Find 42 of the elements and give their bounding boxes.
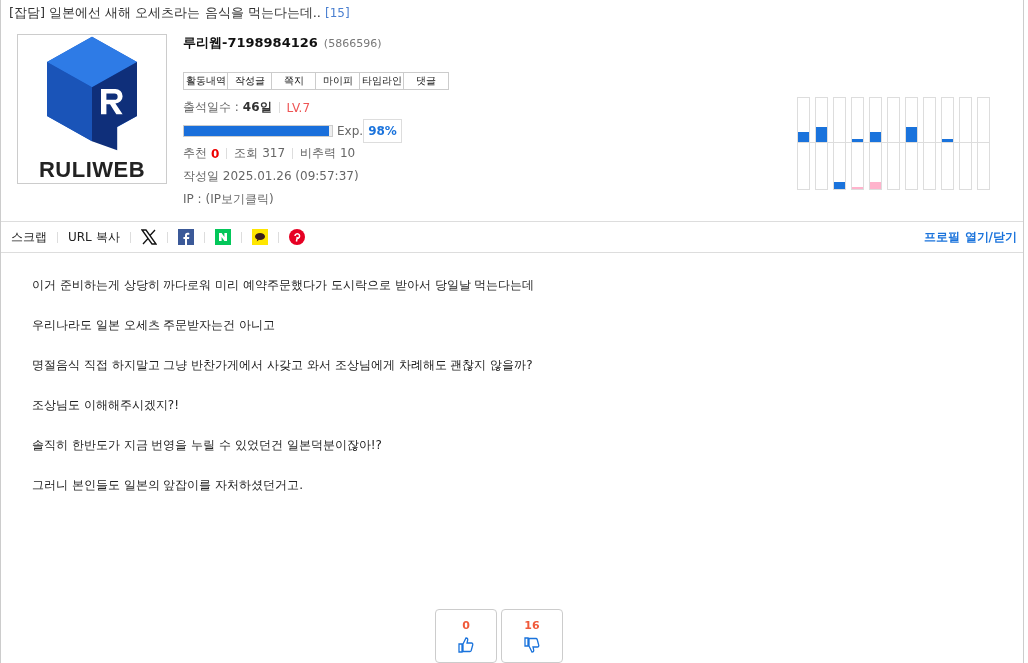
logo-wordmark: RULIWEB (38, 157, 146, 183)
body-paragraph: 이거 준비하는게 상당히 까다로워 미리 예약주문했다가 도시락으로 받아서 당일날 먹는다는데 (32, 277, 536, 294)
activity-bar (852, 139, 863, 142)
nickname[interactable]: 루리웹-7198984126 (183, 34, 318, 52)
recommend-label: 추천 (183, 145, 207, 162)
body-paragraph: 조상님도 이해해주시겠지?! (32, 397, 180, 414)
body-paragraph: 솔직히 한반도가 지금 번영을 누릴 수 있었던건 일본덕분이잖아!? (32, 437, 383, 454)
thumbs-up-icon (458, 637, 474, 653)
activity-bar (834, 182, 845, 189)
ip-link[interactable]: IP : (IP보기클릭) (183, 191, 274, 208)
activity-bar (870, 182, 881, 189)
activity-bar (816, 127, 827, 142)
activity-bar (942, 139, 953, 142)
activity-bar (798, 132, 809, 142)
level-text: LV.7 (286, 100, 311, 115)
member-number: (5866596) (323, 37, 382, 50)
exp-label: Exp. (337, 123, 364, 138)
thumbs-down-icon (524, 637, 540, 653)
attendance-label: 출석일수 : (183, 99, 239, 116)
post-date: 작성일 2025.01.26 (09:57:37) (183, 168, 359, 185)
post-title: 일본에선 새해 오세츠라는 음식을 먹는다는데.. (49, 4, 321, 22)
profile-menu-button[interactable]: 타임라인 (360, 73, 404, 89)
exp-percent: 98% (363, 118, 402, 143)
comment-count[interactable]: [15] (324, 6, 350, 20)
activity-bar (870, 132, 881, 142)
post-category: [잡담] (9, 4, 46, 22)
facebook-icon[interactable] (177, 229, 194, 245)
share-link[interactable]: URL 복사 (68, 228, 120, 246)
pinterest-icon[interactable] (288, 229, 305, 245)
attendance-value: 46일 (242, 99, 272, 116)
dislike-ratio: 비추력 10 (300, 145, 356, 162)
body-paragraph: 우리나라도 일본 오세츠 주문받자는건 아니고 (32, 317, 277, 334)
share-link[interactable]: 스크랩 (11, 228, 47, 246)
body-paragraph: 그러니 본인들도 일본의 앞잡이를 자처하셨던거고. (32, 477, 305, 494)
profile-menu-button[interactable]: 활동내역 (184, 73, 228, 89)
activity-bar (906, 127, 917, 142)
kakaotalk-icon[interactable] (251, 229, 268, 245)
view-count: 조회 317 (234, 145, 286, 162)
body-paragraph: 명절음식 직접 하지말고 그냥 반찬가게에서 사갖고 와서 조상님에게 차례해도 괜찮지 않을까? (32, 357, 534, 374)
x-logo-icon[interactable] (140, 229, 157, 245)
profile-toggle-link[interactable]: 프로필 열기/닫기 (924, 228, 1017, 246)
recommend-value: 0 (211, 146, 220, 161)
